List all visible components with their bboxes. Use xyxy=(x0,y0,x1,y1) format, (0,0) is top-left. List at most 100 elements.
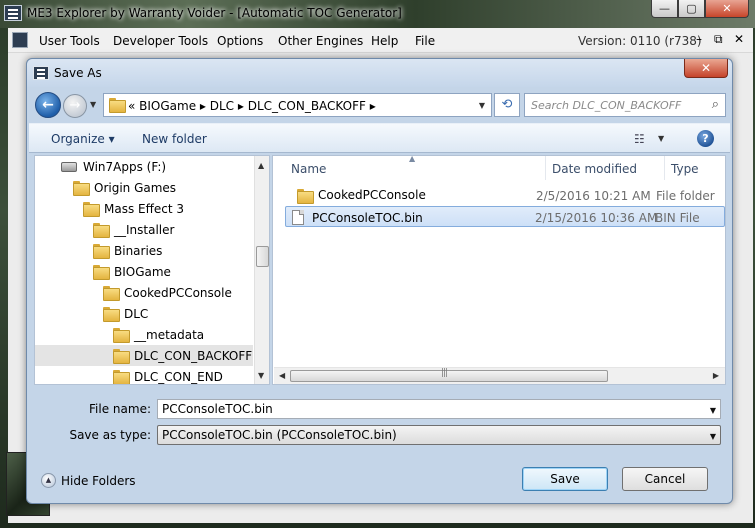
file-name: CookedPCConsole xyxy=(318,188,426,202)
menu-bar: User Tools Developer Tools Options Other… xyxy=(8,28,753,53)
menu-options[interactable]: Options xyxy=(217,34,263,48)
help-icon[interactable]: ? xyxy=(697,130,714,147)
refresh-icon[interactable]: ⟲ xyxy=(494,93,520,117)
folder-icon xyxy=(113,370,130,384)
file-date: 2/5/2016 10:21 AM xyxy=(536,189,651,203)
file-list-horizontal-scrollbar[interactable]: ◀ ▶ xyxy=(274,367,725,384)
folder-icon xyxy=(113,328,130,343)
menu-user-tools[interactable]: User Tools xyxy=(39,34,100,48)
search-icon[interactable]: ⌕ xyxy=(712,97,719,112)
mdi-restore-button[interactable]: ⧉ xyxy=(714,32,723,47)
recent-locations-dropdown-icon[interactable]: ▼ xyxy=(90,100,96,109)
file-name-value[interactable]: PCConsoleTOC.bin xyxy=(162,402,273,416)
chevron-up-icon: ▲ xyxy=(41,473,56,488)
file-list[interactable]: ▲ Name Date modified Type CookedPCConsol… xyxy=(272,155,726,385)
folder-icon xyxy=(93,265,110,280)
scroll-thumb[interactable] xyxy=(256,246,269,267)
column-header-name[interactable]: Name xyxy=(291,156,326,180)
folder-icon xyxy=(93,223,110,238)
scroll-thumb[interactable] xyxy=(290,368,608,382)
address-bar[interactable]: « BIOGame ▸ DLC ▸ DLC_CON_BACKOFF ▸ ▼ xyxy=(103,93,492,117)
folder-icon xyxy=(73,181,90,196)
address-dropdown-icon[interactable]: ▼ xyxy=(479,101,485,110)
file-row-selected[interactable]: PCConsoleTOC.bin 2/15/2016 10:36 AM BIN … xyxy=(285,206,725,227)
child-window-icon[interactable] xyxy=(12,32,28,48)
save-as-type-dropdown-icon[interactable]: ▼ xyxy=(710,432,716,441)
sort-ascending-icon: ▲ xyxy=(409,155,416,163)
folder-icon xyxy=(83,202,100,217)
forward-arrow-icon[interactable]: → xyxy=(63,94,87,118)
tree-item[interactable]: __Installer xyxy=(93,219,253,240)
column-divider[interactable] xyxy=(664,156,665,180)
folder-icon xyxy=(113,349,130,364)
save-as-type-value: PCConsoleTOC.bin (PCConsoleTOC.bin) xyxy=(162,428,397,442)
tree-item-label: DLC xyxy=(124,306,149,321)
tree-item[interactable]: Origin Games xyxy=(73,177,253,198)
folder-tree[interactable]: Win7Apps (F:) Origin Games Mass Effect 3… xyxy=(34,155,270,385)
tree-item[interactable]: DLC xyxy=(103,303,253,324)
maximize-button[interactable]: ▢ xyxy=(678,0,705,18)
tree-item[interactable]: Binaries xyxy=(93,240,253,261)
menu-help[interactable]: Help xyxy=(371,34,398,48)
tree-item[interactable]: DLC_CON_END xyxy=(113,366,253,384)
scroll-left-icon[interactable]: ◀ xyxy=(279,371,285,380)
column-header-type[interactable]: Type xyxy=(671,156,699,180)
folder-icon xyxy=(93,244,110,259)
tree-item-label: DLC_CON_BACKOFF xyxy=(134,348,253,363)
dialog-close-button[interactable]: ✕ xyxy=(684,59,728,78)
view-options-icon[interactable]: ☷ xyxy=(634,132,645,146)
search-box[interactable]: ⌕ xyxy=(524,93,726,117)
file-icon xyxy=(292,210,304,225)
new-folder-button[interactable]: New folder xyxy=(142,132,207,146)
file-row[interactable]: CookedPCConsole 2/5/2016 10:21 AM File f… xyxy=(287,185,725,206)
mdi-minimize-button[interactable]: – xyxy=(696,32,702,46)
app-icon xyxy=(4,5,22,21)
menu-developer-tools[interactable]: Developer Tools xyxy=(113,34,208,48)
window-controls: — ▢ ✕ xyxy=(651,0,749,18)
scroll-down-icon[interactable]: ▼ xyxy=(258,371,264,380)
file-name-field[interactable]: PCConsoleTOC.bin ▼ xyxy=(157,399,721,419)
dialog-title-bar[interactable]: Save As ✕ xyxy=(27,59,732,87)
tree-item[interactable]: __metadata xyxy=(113,324,253,345)
mdi-close-button[interactable]: ✕ xyxy=(734,32,744,46)
tree-item-label: Win7Apps (F:) xyxy=(83,159,167,174)
save-button[interactable]: Save xyxy=(522,467,608,491)
folder-icon xyxy=(297,188,314,204)
hide-folders-button[interactable]: ▲ Hide Folders xyxy=(41,473,136,488)
organize-button[interactable]: Organize ▾ xyxy=(51,132,115,146)
column-divider[interactable] xyxy=(545,156,546,180)
cancel-button[interactable]: Cancel xyxy=(622,467,708,491)
save-as-type-select[interactable]: PCConsoleTOC.bin (PCConsoleTOC.bin) ▼ xyxy=(157,425,721,445)
tree-item-drive[interactable]: Win7Apps (F:) xyxy=(61,156,251,177)
tree-item[interactable]: BIOGame xyxy=(93,261,253,282)
close-button[interactable]: ✕ xyxy=(705,0,749,18)
tree-item-label: Binaries xyxy=(114,243,163,258)
scroll-right-icon[interactable]: ▶ xyxy=(713,371,719,380)
minimize-button[interactable]: — xyxy=(651,0,678,18)
version-label: Version: 0110 (r738) xyxy=(578,34,702,48)
tree-item-label: __metadata xyxy=(134,327,205,342)
scroll-up-icon[interactable]: ▲ xyxy=(258,161,264,170)
folder-icon xyxy=(103,286,120,301)
back-arrow-icon[interactable]: ← xyxy=(35,92,61,118)
file-type: File folder xyxy=(656,189,715,203)
main-title-bar[interactable]: ME3 Explorer by Warranty Voider - [Autom… xyxy=(0,0,755,28)
column-header-date[interactable]: Date modified xyxy=(552,156,637,180)
file-name-label: File name: xyxy=(89,402,151,416)
tree-item-label: CookedPCConsole xyxy=(124,285,232,300)
view-dropdown-icon[interactable]: ▼ xyxy=(658,134,664,143)
menu-file[interactable]: File xyxy=(415,34,435,48)
search-input[interactable] xyxy=(531,97,701,113)
menu-other-engines[interactable]: Other Engines xyxy=(278,34,363,48)
tree-item-label: BIOGame xyxy=(114,264,171,279)
tree-item-label: DLC_CON_END xyxy=(134,369,223,384)
tree-vertical-scrollbar[interactable]: ▲ ▼ xyxy=(254,156,269,384)
dialog-title: Save As xyxy=(54,66,102,80)
tree-item[interactable]: Mass Effect 3 xyxy=(83,198,253,219)
tree-item[interactable]: CookedPCConsole xyxy=(103,282,253,303)
breadcrumb[interactable]: « BIOGame ▸ DLC ▸ DLC_CON_BACKOFF ▸ xyxy=(128,99,376,113)
tree-item-label: Origin Games xyxy=(94,180,177,195)
tree-item-selected[interactable]: DLC_CON_BACKOFF xyxy=(35,345,253,366)
file-name-dropdown-icon[interactable]: ▼ xyxy=(710,406,716,415)
folder-icon xyxy=(103,307,120,322)
